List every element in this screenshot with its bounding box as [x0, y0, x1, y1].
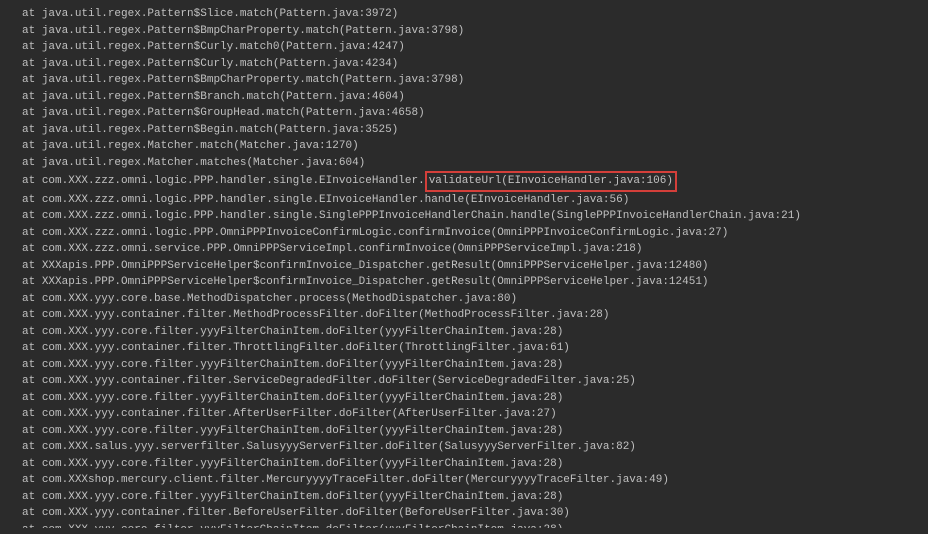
stack-method-text: java.util.regex.Pattern$Begin.match(Patt… — [42, 124, 398, 136]
stack-trace-line: at java.util.regex.Pattern$Curly.match0(… — [10, 39, 918, 56]
stack-trace-line: at com.XXX.yyy.core.filter.yyyFilterChai… — [10, 522, 918, 529]
stack-method-text: com.XXX.salus.yyy.serverfilter.SalusyyyS… — [42, 441, 636, 453]
stack-at-prefix: at — [22, 140, 42, 152]
stack-trace-line: at java.util.regex.Pattern$Curly.match(P… — [10, 56, 918, 73]
stack-at-prefix: at — [22, 507, 42, 519]
stack-trace-line: at java.util.regex.Pattern$Branch.match(… — [10, 89, 918, 106]
stack-method-text: com.XXX.yyy.core.filter.yyyFilterChainIt… — [42, 392, 564, 404]
stack-trace-line: at XXXapis.PPP.OmniPPPServiceHelper$conf… — [10, 258, 918, 275]
stack-method-text: com.XXX.yyy.core.filter.yyyFilterChainIt… — [42, 458, 564, 470]
stack-at-prefix: at — [22, 375, 42, 387]
stack-method-text: java.util.regex.Pattern$BmpCharProperty.… — [42, 74, 464, 86]
stack-at-prefix: at — [22, 175, 42, 187]
stack-method-text: com.XXX.yyy.container.filter.MethodProce… — [42, 309, 610, 321]
stack-trace-line: at com.XXX.yyy.container.filter.MethodPr… — [10, 307, 918, 324]
stack-at-prefix: at — [22, 408, 42, 420]
stack-method-text: java.util.regex.Matcher.match(Matcher.ja… — [42, 140, 359, 152]
stack-trace-line: at java.util.regex.Pattern$BmpCharProper… — [10, 23, 918, 40]
stack-trace-line: at java.util.regex.Pattern$Slice.match(P… — [10, 6, 918, 23]
stack-at-prefix: at — [22, 425, 42, 437]
stack-at-prefix: at — [22, 243, 42, 255]
stack-trace-line: at com.XXXshop.mercury.client.filter.Mer… — [10, 472, 918, 489]
stack-at-prefix: at — [22, 260, 42, 272]
highlighted-stack-frame: validateUrl(EInvoiceHandler.java:106) — [425, 171, 677, 192]
stack-trace-line: at com.XXX.zzz.omni.service.PPP.OmniPPPS… — [10, 241, 918, 258]
stack-at-prefix: at — [22, 524, 42, 529]
stack-method-text: com.XXX.zzz.omni.logic.PPP.handler.singl… — [42, 210, 801, 222]
stack-method-text: XXXapis.PPP.OmniPPPServiceHelper$confirm… — [42, 260, 709, 272]
stack-trace-line: at com.XXX.yyy.container.filter.Throttli… — [10, 340, 918, 357]
stack-at-prefix: at — [22, 359, 42, 371]
stack-method-text: java.util.regex.Pattern$Branch.match(Pat… — [42, 91, 405, 103]
stack-at-prefix: at — [22, 491, 42, 503]
stack-at-prefix: at — [22, 157, 42, 169]
stack-trace-line: at com.XXX.yyy.container.filter.ServiceD… — [10, 373, 918, 390]
stack-trace-container: at java.util.regex.Pattern$Slice.match(P… — [10, 6, 918, 528]
stack-at-prefix: at — [22, 91, 42, 103]
stack-method-text: java.util.regex.Pattern$GroupHead.match(… — [42, 107, 425, 119]
stack-at-prefix: at — [22, 107, 42, 119]
stack-at-prefix: at — [22, 210, 42, 222]
stack-at-prefix: at — [22, 392, 42, 404]
stack-method-text: com.XXX.yyy.core.filter.yyyFilterChainIt… — [42, 359, 564, 371]
stack-method-text: com.XXX.yyy.container.filter.ServiceDegr… — [42, 375, 636, 387]
stack-trace-line: at com.XXX.yyy.core.base.MethodDispatche… — [10, 291, 918, 308]
stack-at-prefix: at — [22, 124, 42, 136]
stack-method-text: com.XXX.zzz.omni.logic.PPP.handler.singl… — [42, 175, 425, 187]
stack-method-text: com.XXX.yyy.core.filter.yyyFilterChainIt… — [42, 524, 564, 529]
stack-at-prefix: at — [22, 8, 42, 20]
stack-trace-line: at com.XXX.zzz.omni.logic.PPP.handler.si… — [10, 171, 918, 192]
stack-trace-line: at java.util.regex.Matcher.match(Matcher… — [10, 138, 918, 155]
stack-at-prefix: at — [22, 458, 42, 470]
stack-at-prefix: at — [22, 441, 42, 453]
stack-trace-line: at com.XXX.yyy.container.filter.AfterUse… — [10, 406, 918, 423]
stack-trace-line: at com.XXX.yyy.core.filter.yyyFilterChai… — [10, 324, 918, 341]
stack-method-text: java.util.regex.Pattern$Curly.match0(Pat… — [42, 41, 405, 53]
stack-trace-line: at XXXapis.PPP.OmniPPPServiceHelper$conf… — [10, 274, 918, 291]
stack-method-text: com.XXX.zzz.omni.logic.PPP.OmniPPPInvoic… — [42, 227, 729, 239]
stack-method-text: com.XXX.yyy.container.filter.ThrottlingF… — [42, 342, 570, 354]
stack-trace-line: at com.XXX.yyy.core.filter.yyyFilterChai… — [10, 390, 918, 407]
stack-method-text: com.XXX.zzz.omni.logic.PPP.handler.singl… — [42, 194, 630, 206]
stack-method-text: com.XXXshop.mercury.client.filter.Mercur… — [42, 474, 669, 486]
stack-method-text: java.util.regex.Pattern$BmpCharProperty.… — [42, 25, 464, 37]
stack-method-text: XXXapis.PPP.OmniPPPServiceHelper$confirm… — [42, 276, 709, 288]
stack-trace-line: at com.XXX.zzz.omni.logic.PPP.handler.si… — [10, 208, 918, 225]
stack-trace-line: at java.util.regex.Matcher.matches(Match… — [10, 155, 918, 172]
stack-method-text: com.XXX.zzz.omni.service.PPP.OmniPPPServ… — [42, 243, 643, 255]
stack-trace-line: at java.util.regex.Pattern$BmpCharProper… — [10, 72, 918, 89]
stack-method-text: com.XXX.yyy.core.filter.yyyFilterChainIt… — [42, 425, 564, 437]
stack-method-text: com.XXX.yyy.container.filter.BeforeUserF… — [42, 507, 570, 519]
stack-trace-line: at com.XXX.yyy.core.filter.yyyFilterChai… — [10, 357, 918, 374]
stack-trace-line: at com.XXX.salus.yyy.serverfilter.Salusy… — [10, 439, 918, 456]
stack-trace-line: at com.XXX.yyy.core.filter.yyyFilterChai… — [10, 456, 918, 473]
stack-method-text: com.XXX.yyy.core.base.MethodDispatcher.p… — [42, 293, 517, 305]
stack-method-text: java.util.regex.Pattern$Slice.match(Patt… — [42, 8, 398, 20]
stack-at-prefix: at — [22, 227, 42, 239]
stack-at-prefix: at — [22, 474, 42, 486]
stack-trace-line: at com.XXX.yyy.core.filter.yyyFilterChai… — [10, 489, 918, 506]
stack-trace-line: at java.util.regex.Pattern$Begin.match(P… — [10, 122, 918, 139]
stack-at-prefix: at — [22, 25, 42, 37]
stack-at-prefix: at — [22, 58, 42, 70]
stack-method-text: com.XXX.yyy.core.filter.yyyFilterChainIt… — [42, 326, 564, 338]
stack-at-prefix: at — [22, 342, 42, 354]
stack-at-prefix: at — [22, 194, 42, 206]
stack-trace-line: at com.XXX.zzz.omni.logic.PPP.OmniPPPInv… — [10, 225, 918, 242]
stack-trace-line: at java.util.regex.Pattern$GroupHead.mat… — [10, 105, 918, 122]
stack-at-prefix: at — [22, 74, 42, 86]
stack-trace-line: at com.XXX.yyy.container.filter.BeforeUs… — [10, 505, 918, 522]
stack-at-prefix: at — [22, 293, 42, 305]
stack-at-prefix: at — [22, 326, 42, 338]
stack-at-prefix: at — [22, 41, 42, 53]
stack-at-prefix: at — [22, 276, 42, 288]
stack-trace-line: at com.XXX.zzz.omni.logic.PPP.handler.si… — [10, 192, 918, 209]
stack-method-text: com.XXX.yyy.container.filter.AfterUserFi… — [42, 408, 557, 420]
stack-method-text: java.util.regex.Matcher.matches(Matcher.… — [42, 157, 365, 169]
stack-trace-line: at com.XXX.yyy.core.filter.yyyFilterChai… — [10, 423, 918, 440]
stack-method-text: java.util.regex.Pattern$Curly.match(Patt… — [42, 58, 398, 70]
stack-method-text: com.XXX.yyy.core.filter.yyyFilterChainIt… — [42, 491, 564, 503]
stack-at-prefix: at — [22, 309, 42, 321]
